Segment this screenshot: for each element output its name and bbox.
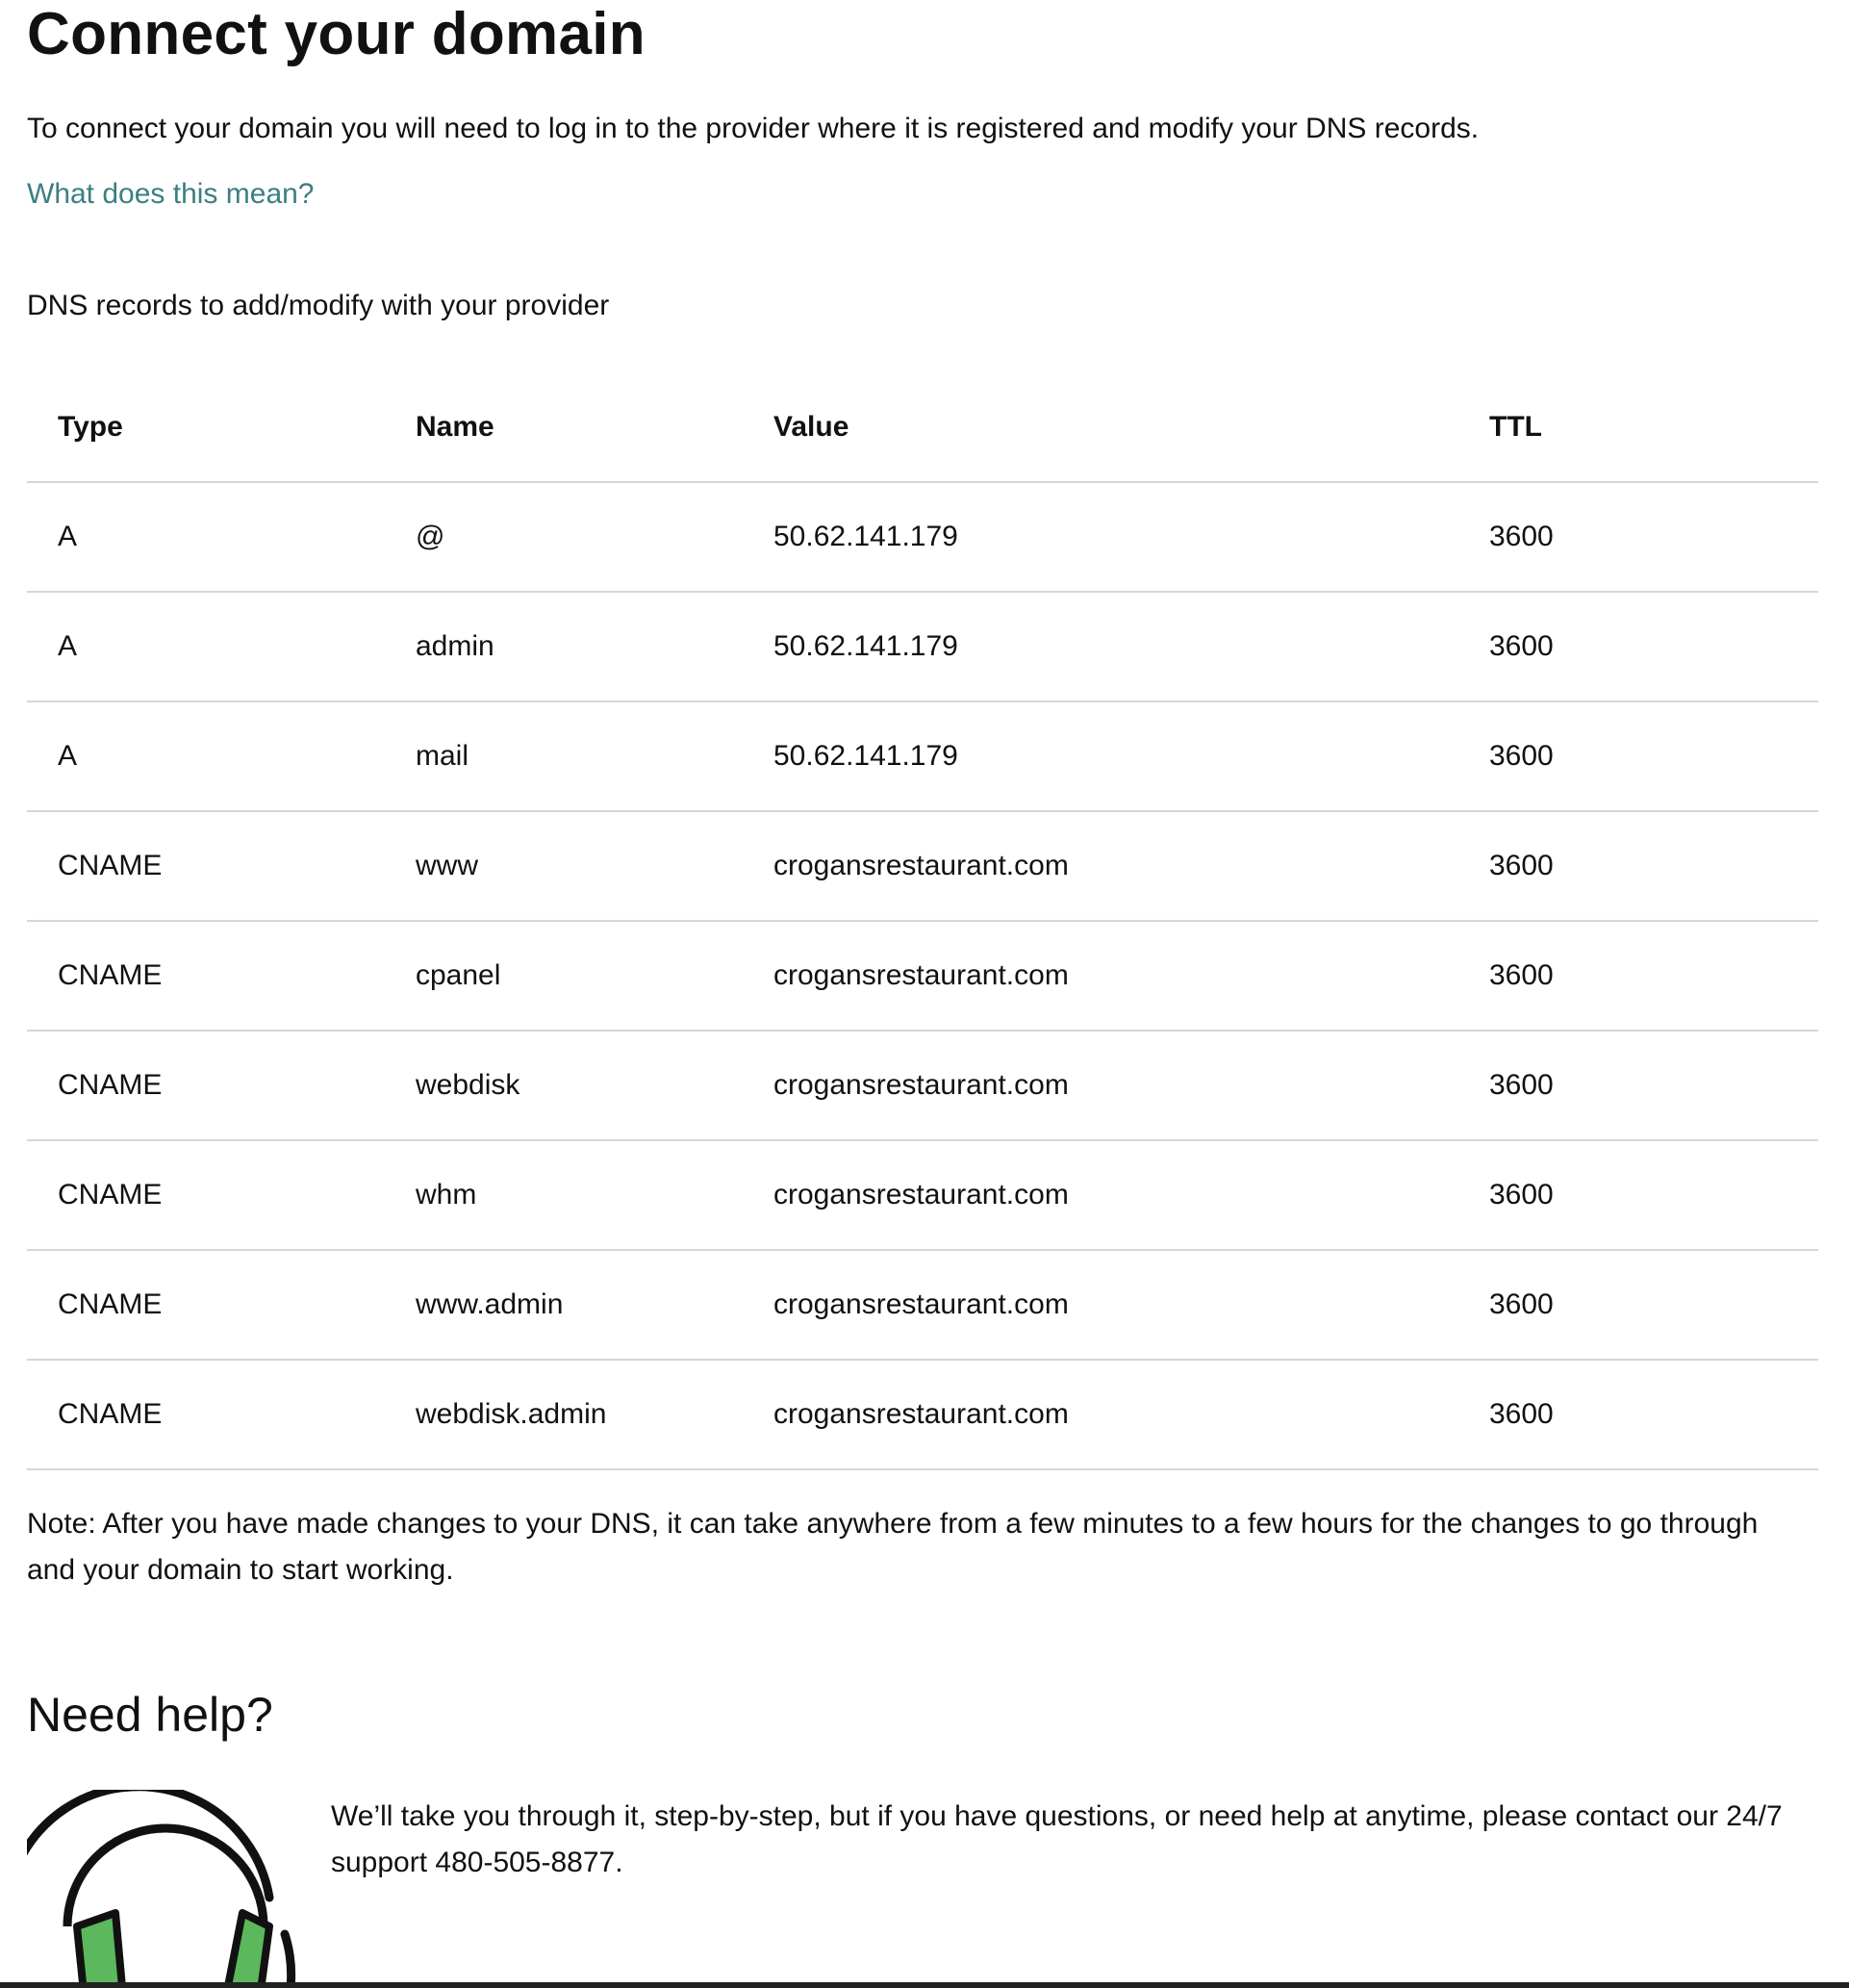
cell-value: 50.62.141.179 [773, 521, 958, 552]
cell-name: whm [416, 1179, 477, 1211]
cell-name: www [416, 850, 478, 881]
cell-ttl: 3600 [1489, 1288, 1554, 1320]
table-row: CNAME whm crogansrestaurant.com 3600 [27, 1141, 1818, 1251]
table-row: CNAME cpanel crogansrestaurant.com 3600 [27, 922, 1818, 1032]
intro-text: To connect your domain you will need to … [27, 113, 1480, 144]
cell-ttl: 3600 [1489, 1069, 1554, 1101]
cell-ttl: 3600 [1489, 740, 1554, 772]
cell-value: 50.62.141.179 [773, 740, 958, 772]
cell-type: CNAME [58, 1069, 163, 1101]
cell-type: A [58, 740, 78, 772]
cell-type: A [58, 630, 78, 662]
cell-type: CNAME [58, 1179, 163, 1211]
cell-ttl: 3600 [1489, 850, 1554, 881]
cell-ttl: 3600 [1489, 1398, 1554, 1430]
table-row: CNAME webdisk.admin crogansrestaurant.co… [27, 1361, 1818, 1470]
dns-records-table: Type Name Value TTL A @ 50.62.141.179 36… [27, 373, 1818, 1470]
cell-value: crogansrestaurant.com [773, 850, 1069, 881]
header-name: Name [416, 411, 494, 443]
support-contact-text: We’ll take you through it, step-by-step,… [331, 1800, 1783, 1878]
cell-ttl: 3600 [1489, 630, 1554, 662]
cell-ttl: 3600 [1489, 1179, 1554, 1211]
need-help-heading: Need help? [27, 1688, 273, 1742]
page-bottom-edge [0, 1982, 1849, 1988]
table-row: A @ 50.62.141.179 3600 [27, 483, 1818, 593]
cell-name: @ [416, 521, 445, 552]
cell-value: crogansrestaurant.com [773, 959, 1069, 991]
cell-value: 50.62.141.179 [773, 630, 958, 662]
dns-records-label: DNS records to add/modify with your prov… [27, 290, 610, 321]
table-row: CNAME www crogansrestaurant.com 3600 [27, 812, 1818, 922]
cell-value: crogansrestaurant.com [773, 1069, 1069, 1101]
table-row: A mail 50.62.141.179 3600 [27, 702, 1818, 812]
cell-ttl: 3600 [1489, 521, 1554, 552]
cell-ttl: 3600 [1489, 959, 1554, 991]
cell-type: CNAME [58, 1288, 163, 1320]
cell-name: www.admin [416, 1288, 564, 1320]
dns-propagation-note: Note: After you have made changes to you… [27, 1508, 1759, 1586]
table-row: CNAME www.admin crogansrestaurant.com 36… [27, 1251, 1818, 1361]
table-row: A admin 50.62.141.179 3600 [27, 593, 1818, 702]
cell-type: CNAME [58, 850, 163, 881]
cell-value: crogansrestaurant.com [773, 1398, 1069, 1430]
cell-name: cpanel [416, 959, 501, 991]
cell-type: CNAME [58, 959, 163, 991]
table-header-row: Type Name Value TTL [27, 373, 1818, 483]
table-row: CNAME webdisk crogansrestaurant.com 3600 [27, 1032, 1818, 1141]
header-type: Type [58, 411, 123, 443]
header-ttl: TTL [1489, 411, 1542, 443]
cell-name: mail [416, 740, 469, 772]
cell-name: admin [416, 630, 494, 662]
page-title: Connect your domain [27, 1, 646, 67]
header-value: Value [773, 411, 849, 443]
cell-type: CNAME [58, 1398, 163, 1430]
cell-name: webdisk [416, 1069, 520, 1101]
cell-value: crogansrestaurant.com [773, 1288, 1069, 1320]
cell-name: webdisk.admin [416, 1398, 607, 1430]
what-does-this-mean-link[interactable]: What does this mean? [27, 173, 315, 216]
headset-icon [27, 1790, 306, 1988]
cell-value: crogansrestaurant.com [773, 1179, 1069, 1211]
cell-type: A [58, 521, 78, 552]
